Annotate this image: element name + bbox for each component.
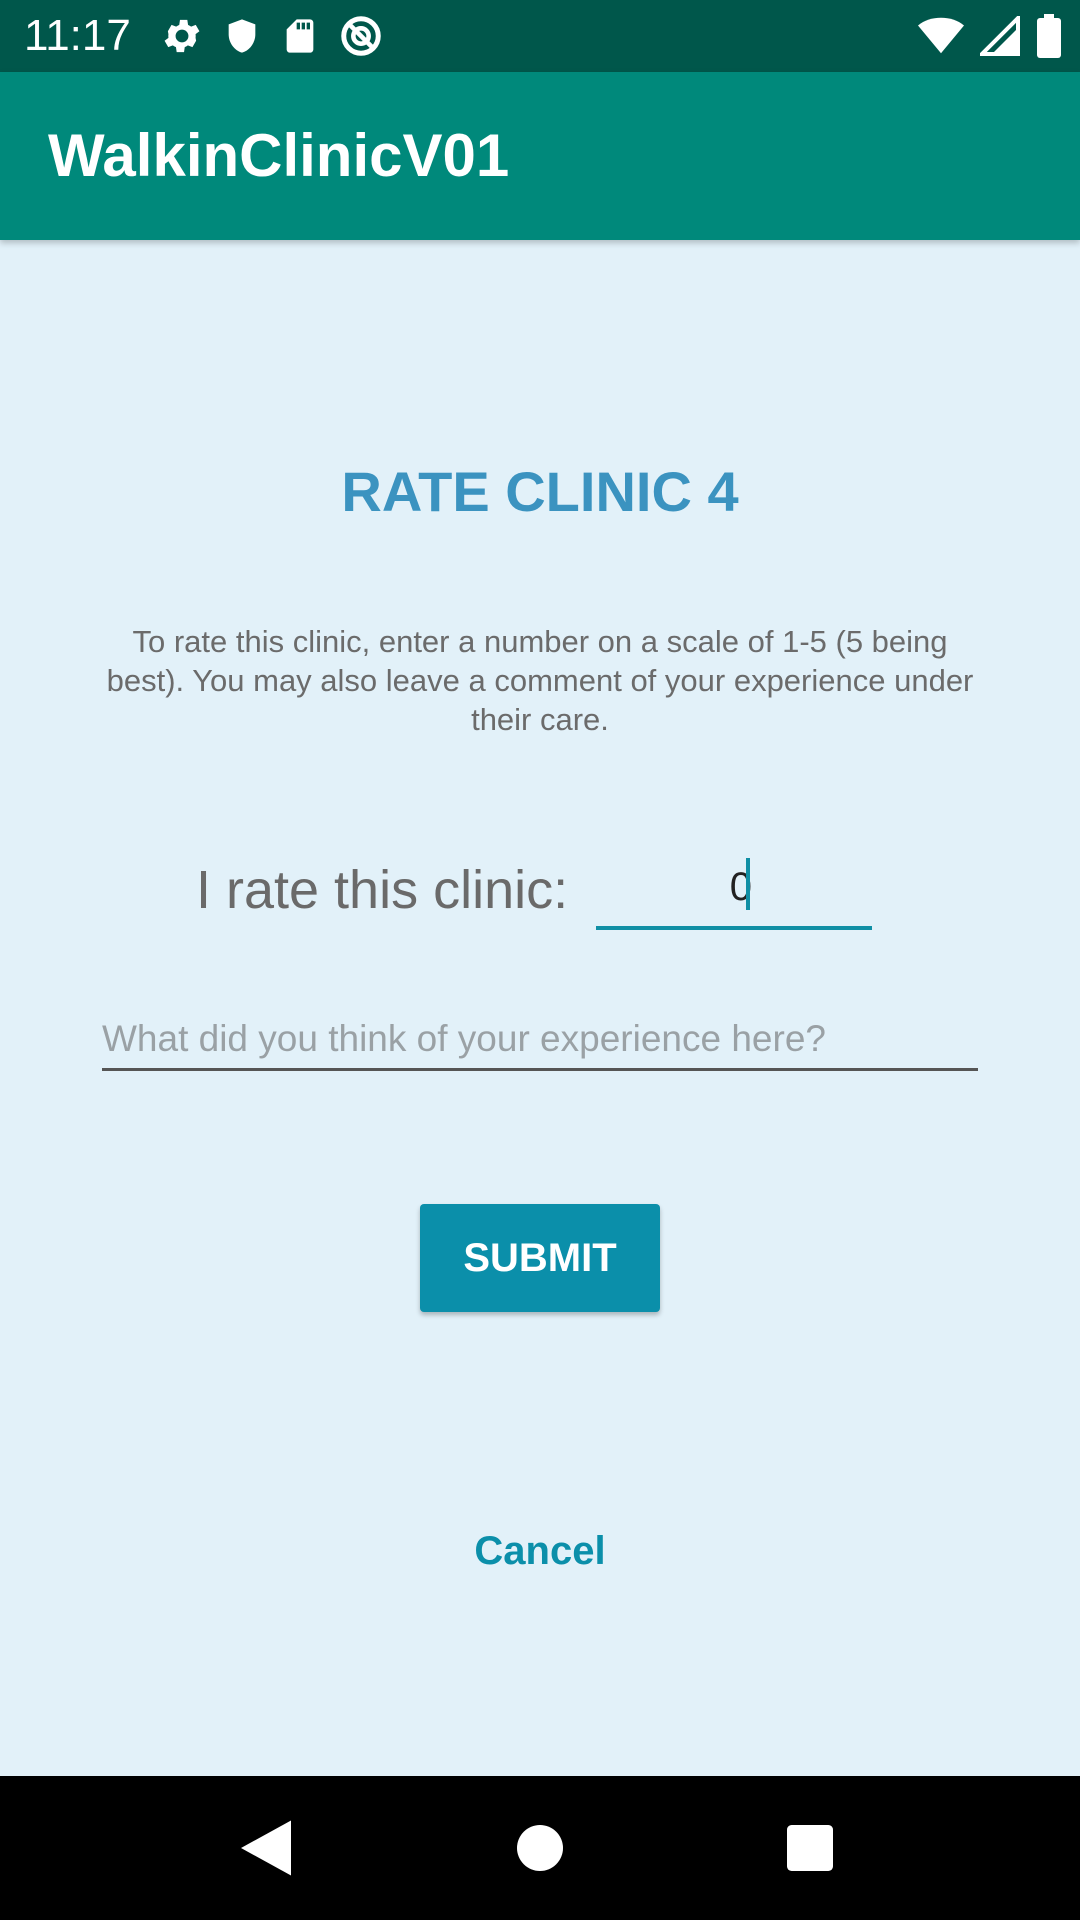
nav-back-button[interactable] (206, 1776, 326, 1920)
rate-label: I rate this clinic: (196, 860, 569, 920)
comment-input[interactable]: What did you think of your experience he… (102, 1012, 978, 1071)
gear-icon (164, 19, 200, 53)
page-title: RATE CLINIC 4 (341, 460, 739, 523)
text-cursor (746, 858, 750, 910)
battery-icon (1037, 14, 1061, 58)
status-time: 11:17 (24, 11, 131, 60)
instructions-text: To rate this clinic, enter a number on a… (106, 624, 974, 737)
data-saver-icon (341, 16, 381, 56)
shield-icon (228, 19, 256, 53)
status-icons-left (160, 12, 384, 60)
nav-home-button[interactable] (480, 1776, 600, 1920)
sd-card-icon (286, 19, 314, 53)
wifi-icon (918, 17, 964, 54)
back-icon (241, 1820, 291, 1876)
cancel-button[interactable]: Cancel (0, 1526, 1080, 1576)
navigation-bar (0, 1776, 1080, 1920)
recents-icon (787, 1825, 833, 1871)
app-title: WalkinClinicV01 (48, 122, 510, 189)
home-icon (517, 1825, 563, 1871)
submit-button[interactable]: SUBMIT (420, 1204, 660, 1312)
nav-recents-button[interactable] (750, 1776, 870, 1920)
status-icons-right (918, 12, 1062, 60)
comment-placeholder: What did you think of your experience he… (102, 1018, 826, 1059)
cell-signal-icon (980, 16, 1020, 56)
app-bar: WalkinClinicV01 (0, 72, 1080, 240)
rate-clinic-form: RATE CLINIC 4 To rate this clinic, enter… (0, 240, 1080, 1776)
status-bar: 11:17 (0, 0, 1080, 72)
rating-input[interactable]: 0 (596, 852, 872, 930)
